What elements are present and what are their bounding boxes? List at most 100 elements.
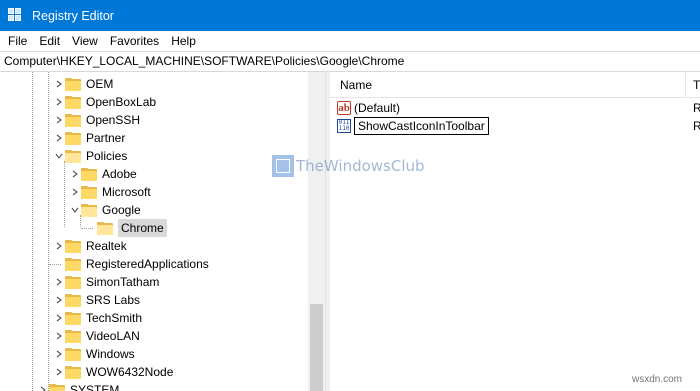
- folder-icon: [49, 383, 65, 391]
- menu-view[interactable]: View: [66, 31, 104, 51]
- folder-icon: [81, 167, 97, 181]
- tree-item-simontatham[interactable]: SimonTatham: [53, 273, 159, 291]
- folder-icon: [65, 365, 81, 379]
- tree-scrollbar[interactable]: [308, 72, 325, 391]
- value-row-default[interactable]: ab (Default): [337, 99, 400, 117]
- tree-item-system[interactable]: SYSTEM: [37, 381, 119, 391]
- chevron-right-icon[interactable]: [69, 165, 81, 183]
- chevron-right-icon[interactable]: [53, 291, 65, 309]
- chevron-right-icon[interactable]: [53, 93, 65, 111]
- folder-open-icon: [65, 149, 81, 163]
- address-bar[interactable]: Computer\HKEY_LOCAL_MACHINE\SOFTWARE\Pol…: [0, 51, 700, 72]
- folder-icon: [65, 77, 81, 91]
- string-value-icon: ab: [337, 101, 351, 115]
- tree-item-label: RegisteredApplications: [86, 257, 209, 271]
- tree-item-techsmith[interactable]: TechSmith: [53, 309, 142, 327]
- tree-item-label: Realtek: [86, 239, 127, 253]
- folder-icon: [65, 275, 81, 289]
- tree-item-realtek[interactable]: Realtek: [53, 237, 127, 255]
- folder-icon: [65, 347, 81, 361]
- thewindowsclub-logo-icon: [272, 155, 294, 177]
- tree-item-label: SRS Labs: [86, 293, 141, 307]
- menu-edit[interactable]: Edit: [33, 31, 66, 51]
- chevron-right-icon[interactable]: [37, 381, 49, 391]
- tree-item-windows[interactable]: Windows: [53, 345, 135, 363]
- value-type: R: [693, 101, 700, 115]
- folder-icon: [81, 185, 97, 199]
- folder-icon: [65, 95, 81, 109]
- folder-open-icon: [81, 203, 97, 217]
- tree-item-srs-labs[interactable]: SRS Labs: [53, 291, 140, 309]
- rename-input[interactable]: ShowCastIconInToolbar: [354, 117, 489, 135]
- tree-item-label: TechSmith: [86, 311, 143, 325]
- folder-icon: [65, 329, 81, 343]
- tree-item-wow6432node[interactable]: WOW6432Node: [53, 363, 173, 381]
- folder-open-icon: [97, 221, 113, 235]
- chevron-right-icon[interactable]: [53, 309, 65, 327]
- tree-item-label: Google: [102, 203, 141, 217]
- registry-editor-icon: [8, 7, 24, 24]
- window-title: Registry Editor: [32, 8, 114, 23]
- tree-item-label: Partner: [86, 131, 126, 145]
- tree-item-google[interactable]: Google: [69, 201, 141, 219]
- folder-icon: [65, 293, 81, 307]
- tree-spacer: [81, 219, 97, 237]
- value-type: R: [693, 119, 700, 133]
- values-list[interactable]: Name T ab (Default) R 011 110 ShowCastIco…: [330, 72, 700, 391]
- tree-item-label: Chrome: [118, 219, 167, 237]
- tree-guide-line: [64, 161, 65, 227]
- column-header-name[interactable]: Name: [340, 78, 372, 92]
- tree-item-label: Microsoft: [102, 185, 151, 199]
- tree-item-partner[interactable]: Partner: [53, 129, 125, 147]
- menu-favorites[interactable]: Favorites: [104, 31, 165, 51]
- watermark-thewindowsclub: TheWindowsClub: [272, 155, 425, 177]
- list-header: Name T: [330, 72, 700, 98]
- chevron-right-icon[interactable]: [53, 363, 65, 381]
- chevron-down-icon[interactable]: [69, 201, 81, 219]
- registry-key-tree[interactable]: OEM OpenBoxLab OpenSSH Partner Policies Adobe…: [0, 72, 325, 391]
- chevron-down-icon[interactable]: [53, 147, 65, 165]
- chevron-right-icon[interactable]: [69, 183, 81, 201]
- tree-item-label: OEM: [86, 77, 114, 91]
- value-row-showcasticonintoolbar[interactable]: 011 110 ShowCastIconInToolbar: [337, 117, 489, 135]
- chevron-right-icon[interactable]: [53, 327, 65, 345]
- title-bar: Registry Editor: [0, 0, 700, 31]
- chevron-right-icon[interactable]: [53, 273, 65, 291]
- tree-item-microsoft[interactable]: Microsoft: [69, 183, 151, 201]
- folder-icon: [65, 131, 81, 145]
- tree-item-videolan[interactable]: VideoLAN: [53, 327, 140, 345]
- tree-item-chrome[interactable]: Chrome: [81, 219, 167, 237]
- menu-file[interactable]: File: [2, 31, 33, 51]
- tree-item-adobe[interactable]: Adobe: [69, 165, 137, 183]
- tree-item-oem[interactable]: OEM: [53, 75, 113, 93]
- chevron-right-icon[interactable]: [53, 111, 65, 129]
- chevron-right-icon[interactable]: [53, 237, 65, 255]
- watermark-wsxdn: wsxdn.com: [632, 374, 683, 385]
- scrollbar-thumb[interactable]: [310, 304, 323, 391]
- folder-icon: [65, 239, 81, 253]
- chevron-right-icon[interactable]: [53, 75, 65, 93]
- binary-value-icon: 011 110: [337, 119, 351, 133]
- tree-item-openboxlab[interactable]: OpenBoxLab: [53, 93, 156, 111]
- tree-spacer: [49, 255, 65, 273]
- value-name: (Default): [354, 101, 401, 115]
- tree-item-label: OpenSSH: [86, 113, 141, 127]
- tree-item-label: WOW6432Node: [86, 365, 174, 379]
- chevron-right-icon[interactable]: [53, 129, 65, 147]
- tree-guide-line: [32, 72, 33, 391]
- menu-bar: File Edit View Favorites Help: [0, 31, 700, 51]
- tree-item-label: SYSTEM: [70, 383, 120, 391]
- column-header-type[interactable]: T: [693, 78, 700, 92]
- tree-item-label: Policies: [86, 149, 128, 163]
- tree-item-openssh[interactable]: OpenSSH: [53, 111, 140, 129]
- menu-help[interactable]: Help: [165, 31, 202, 51]
- tree-item-label: OpenBoxLab: [86, 95, 157, 109]
- folder-icon: [65, 257, 81, 271]
- chevron-right-icon[interactable]: [53, 345, 65, 363]
- tree-item-label: Adobe: [102, 167, 137, 181]
- tree-item-label: VideoLAN: [86, 329, 140, 343]
- tree-guide-line: [48, 72, 49, 391]
- tree-item-registeredapplications[interactable]: RegisteredApplications: [49, 255, 209, 273]
- tree-item-policies[interactable]: Policies: [53, 147, 127, 165]
- column-divider[interactable]: [685, 72, 686, 98]
